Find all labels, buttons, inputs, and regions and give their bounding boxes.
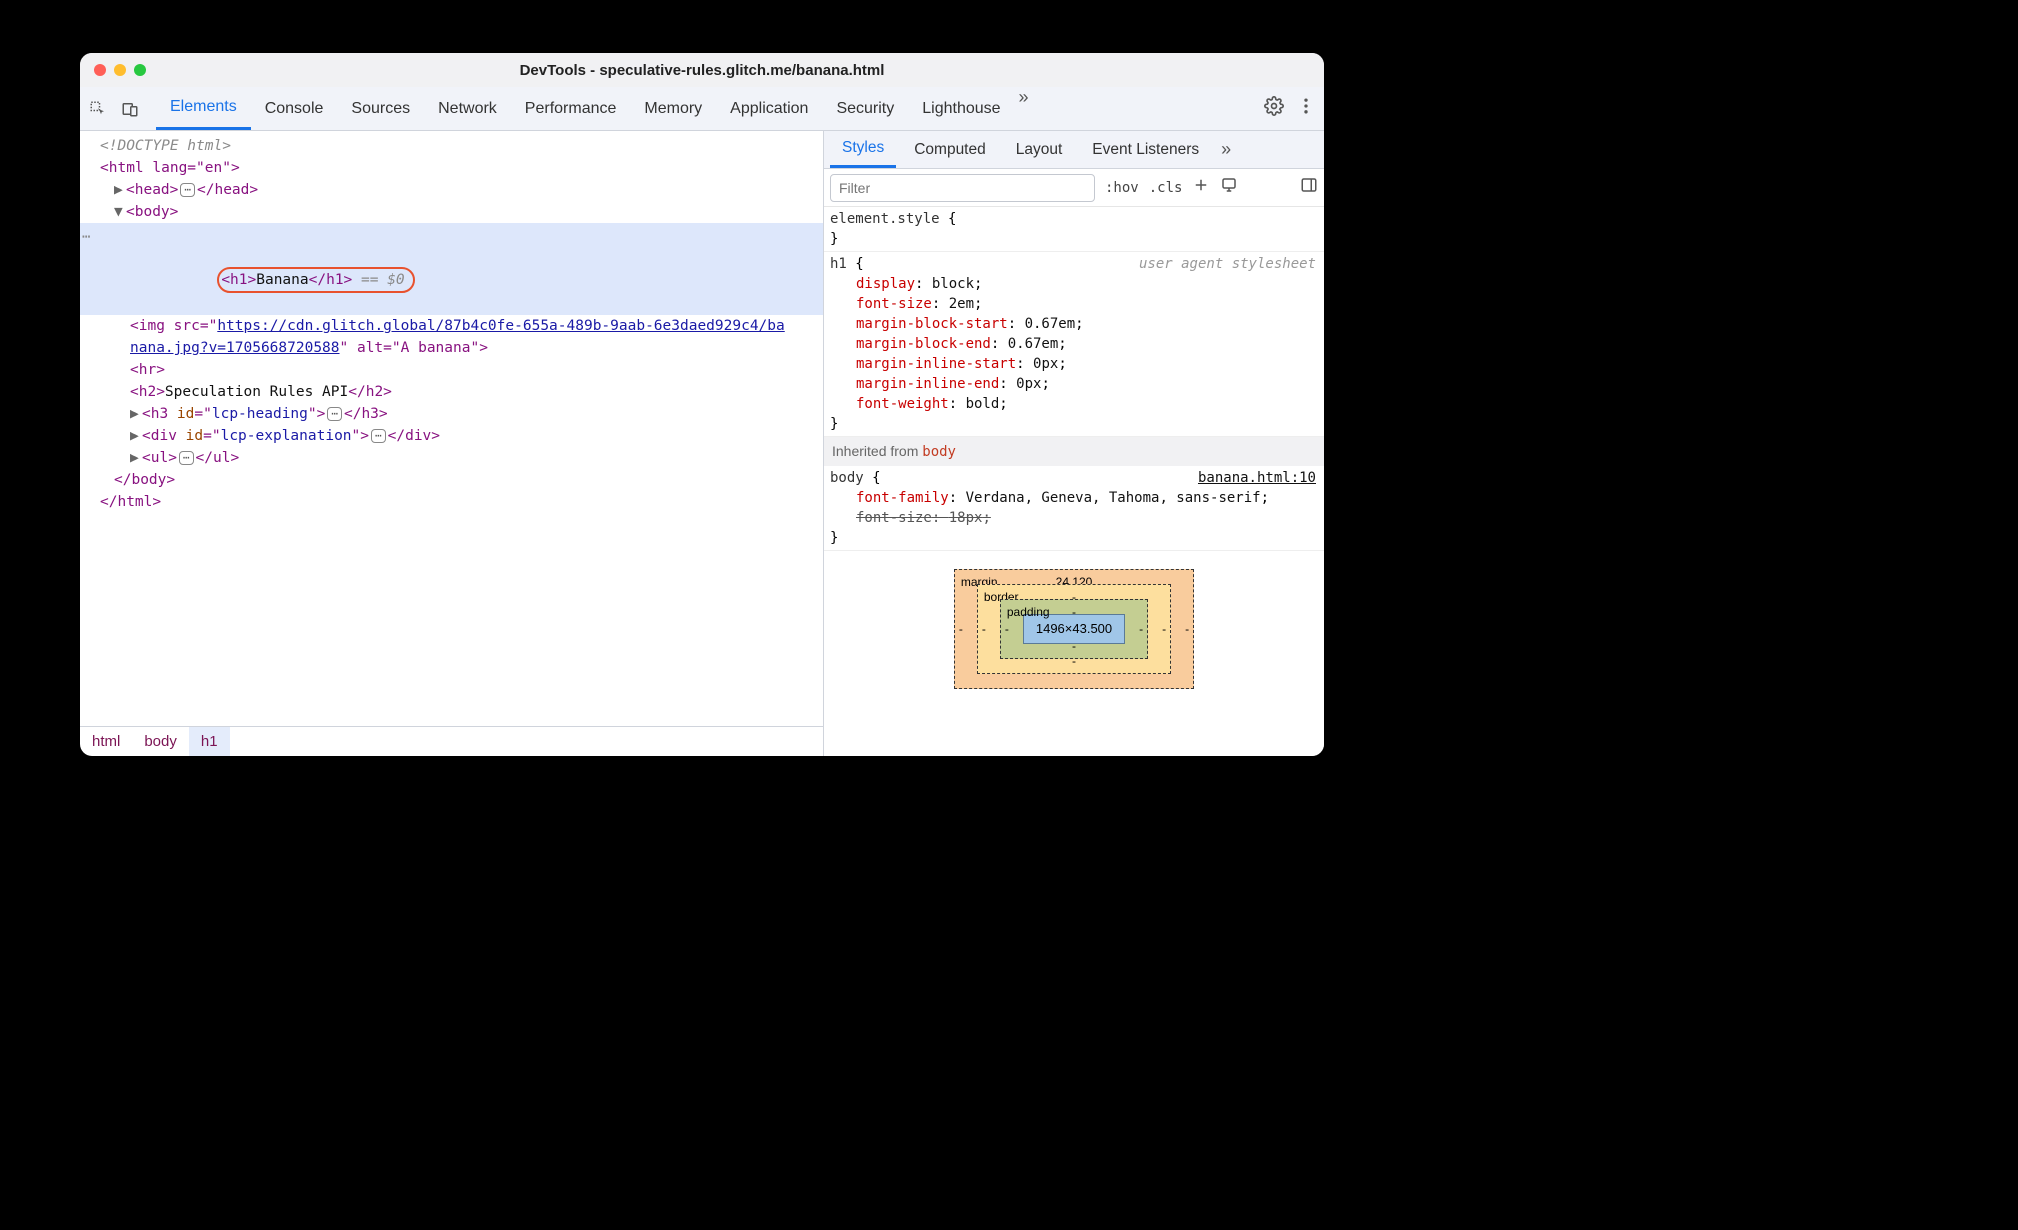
elements-panel: <!DOCTYPE html> <html lang="en"> ▶<head>… xyxy=(80,131,824,756)
tab-sources[interactable]: Sources xyxy=(337,87,424,130)
side-tabs: Styles Computed Layout Event Listeners » xyxy=(824,131,1324,169)
kebab-icon[interactable] xyxy=(1296,96,1316,121)
close-button[interactable] xyxy=(94,64,106,76)
expand-icon[interactable]: ▶ xyxy=(130,425,142,447)
inherited-separator: Inherited from body xyxy=(824,437,1324,466)
h2-node[interactable]: <h2>Speculation Rules API</h2> xyxy=(80,381,823,403)
img-node[interactable]: <img src="https://cdn.glitch.global/87b4… xyxy=(80,315,823,337)
h1-rule[interactable]: h1 {user agent stylesheet display: block… xyxy=(824,252,1324,437)
ellipsis-icon[interactable]: ⋯ xyxy=(179,451,194,465)
inspect-icon[interactable] xyxy=(88,99,108,119)
breadcrumbs: html body h1 xyxy=(80,726,823,756)
ellipsis-icon[interactable]: ⋯ xyxy=(327,407,342,421)
styles-filter-input[interactable] xyxy=(830,174,1095,202)
selected-node[interactable]: ⋯ <h1>Banana</h1> == $0 xyxy=(80,223,823,315)
device-toggle-icon[interactable] xyxy=(120,99,140,119)
tab-lighthouse[interactable]: Lighthouse xyxy=(908,87,1014,130)
expand-icon[interactable]: ▶ xyxy=(130,447,142,469)
row-menu-icon[interactable]: ⋯ xyxy=(82,226,91,248)
crumb-h1[interactable]: h1 xyxy=(189,727,230,756)
subtabs-overflow-icon[interactable]: » xyxy=(1217,139,1235,160)
body-open[interactable]: <body> xyxy=(126,204,178,220)
devtools-window: DevTools - speculative-rules.glitch.me/b… xyxy=(80,53,1324,756)
box-border[interactable]: border - - - padding - - - 1496×43.500 xyxy=(977,584,1171,674)
titlebar: DevTools - speculative-rules.glitch.me/b… xyxy=(80,53,1324,87)
ul-node[interactable]: ▶<ul>⋯</ul> xyxy=(80,447,823,469)
main-tabbar: Elements Console Sources Network Perform… xyxy=(80,87,1324,131)
collapse-icon[interactable]: ▼ xyxy=(114,201,126,223)
subtab-layout[interactable]: Layout xyxy=(1004,131,1075,168)
doctype: <!DOCTYPE html> xyxy=(100,138,231,154)
crumb-body[interactable]: body xyxy=(132,727,189,756)
ellipsis-icon[interactable]: ⋯ xyxy=(371,429,386,443)
expand-icon[interactable]: ▶ xyxy=(130,403,142,425)
tabs-overflow-icon[interactable]: » xyxy=(1015,87,1033,130)
tab-memory[interactable]: Memory xyxy=(630,87,716,130)
subtab-event-listeners[interactable]: Event Listeners xyxy=(1080,131,1211,168)
maximize-button[interactable] xyxy=(134,64,146,76)
cls-toggle[interactable]: .cls xyxy=(1149,180,1183,196)
div-node[interactable]: ▶<div id="lcp-explanation">⋯</div> xyxy=(80,425,823,447)
body-rule[interactable]: body {banana.html:10 font-family: Verdan… xyxy=(824,466,1324,551)
styles-panel: Styles Computed Layout Event Listeners »… xyxy=(824,131,1324,756)
html-open[interactable]: <html lang="en"> xyxy=(100,160,240,176)
tab-performance[interactable]: Performance xyxy=(511,87,631,130)
tab-console[interactable]: Console xyxy=(251,87,338,130)
h3-node[interactable]: ▶<h3 id="lcp-heading">⋯</h3> xyxy=(80,403,823,425)
element-style-rule[interactable]: element.style { } xyxy=(824,207,1324,252)
box-model[interactable]: margin 24.120 - - border - - - padding xyxy=(824,551,1324,689)
settings-icon[interactable] xyxy=(1264,96,1284,121)
main-area: <!DOCTYPE html> <html lang="en"> ▶<head>… xyxy=(80,131,1324,756)
toggle-sidebar-icon[interactable] xyxy=(1300,176,1318,199)
rendering-icon[interactable] xyxy=(1220,176,1238,199)
tab-elements[interactable]: Elements xyxy=(156,87,251,130)
box-padding[interactable]: padding - - - 1496×43.500 - xyxy=(1000,599,1148,659)
tab-network[interactable]: Network xyxy=(424,87,511,130)
traffic-lights xyxy=(80,64,146,76)
html-close[interactable]: </html> xyxy=(100,494,161,510)
ellipsis-icon[interactable]: ⋯ xyxy=(180,183,195,197)
hr-node[interactable]: <hr> xyxy=(130,362,165,378)
hov-toggle[interactable]: :hov xyxy=(1105,180,1139,196)
box-margin[interactable]: margin 24.120 - - border - - - padding xyxy=(954,569,1194,689)
window-title: DevTools - speculative-rules.glitch.me/b… xyxy=(80,62,1324,79)
subtab-styles[interactable]: Styles xyxy=(830,131,896,168)
styles-list[interactable]: element.style { } h1 {user agent stylesh… xyxy=(824,207,1324,756)
source-link[interactable]: banana.html:10 xyxy=(1198,468,1316,488)
new-style-rule-icon[interactable] xyxy=(1192,176,1210,199)
subtab-computed[interactable]: Computed xyxy=(902,131,998,168)
tab-security[interactable]: Security xyxy=(822,87,908,130)
minimize-button[interactable] xyxy=(114,64,126,76)
tab-application[interactable]: Application xyxy=(716,87,822,130)
crumb-html[interactable]: html xyxy=(80,727,132,756)
main-tabs: Elements Console Sources Network Perform… xyxy=(156,87,1033,130)
body-close[interactable]: </body> xyxy=(114,472,175,488)
dom-tree[interactable]: <!DOCTYPE html> <html lang="en"> ▶<head>… xyxy=(80,131,823,726)
expand-icon[interactable]: ▶ xyxy=(114,179,126,201)
styles-filter-bar: :hov .cls xyxy=(824,169,1324,207)
